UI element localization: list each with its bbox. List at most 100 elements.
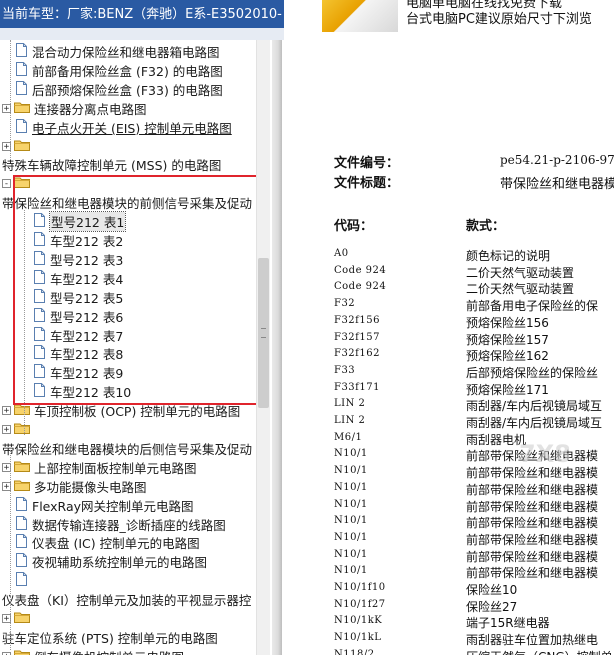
description-cell: 保险丝10 — [466, 583, 518, 597]
file-number-value: pe54.21-p-2106-97 — [500, 153, 614, 167]
code-cell: F33f171 — [334, 381, 380, 393]
tree-document-item[interactable]: 车型212 表4 — [34, 269, 123, 288]
ad-image[interactable] — [322, 0, 398, 32]
code-cell: N10/1 — [334, 498, 368, 510]
tree-document-item[interactable]: 夜视辅助系统控制单元的电路图 — [16, 552, 207, 571]
description-cell: 预熔保险丝162 — [466, 349, 549, 364]
code-cell: N10/1 — [334, 531, 368, 543]
navigation-tree[interactable]: 混合动力保险丝和继电器箱电路图 前部备用保险丝盒 (F32) 的电路图后部预熔保险… — [0, 40, 256, 655]
tree-document-item[interactable]: 车型212 表2 — [34, 231, 123, 250]
description-cell: 保险丝27 — [466, 599, 518, 614]
tree-item-label: 车型212 表9 — [50, 366, 124, 382]
expand-icon[interactable]: + — [2, 406, 11, 416]
tree-item-label: 车型212 表8 — [50, 347, 124, 363]
tree-document-item[interactable]: 型号212 表5 — [34, 288, 123, 307]
pane-splitter[interactable] — [272, 40, 282, 655]
document-icon — [16, 553, 32, 570]
document-icon — [16, 496, 32, 514]
tree-item-label: 电子点火开关 (EIS) 控制单元电路图 — [32, 120, 232, 136]
description-cell: 预熔保险丝171 — [466, 382, 549, 397]
tree-item-label: 数据传输连接器_诊断插座的线路图 — [32, 517, 226, 533]
description-cell: 雨刮器/车内后视镜局域互 — [466, 416, 603, 430]
description-cell: 雨刮器驻车位置加热继电 — [466, 633, 599, 648]
tree-folder-node[interactable]: - — [2, 174, 34, 193]
code-cell: A0 — [334, 248, 349, 259]
document-icon — [34, 213, 50, 230]
tree-document-item[interactable]: 型号212 表1 — [34, 211, 127, 233]
tree-connector-line — [24, 210, 25, 435]
tree-item-label: 型号212 表6 — [50, 309, 124, 325]
code-cell: N10/1kL — [334, 632, 382, 644]
tree-document-item[interactable]: 车型212 表7 — [34, 326, 123, 345]
tree-group-label[interactable]: 仪表盘（KI）控制单元及加装的平视显示器控 — [2, 590, 251, 609]
folder-icon — [14, 460, 34, 475]
document-icon — [34, 326, 50, 344]
tree-item-label: 上部控制面板控制单元电路图 — [34, 460, 197, 476]
code-cell: N10/1 — [334, 481, 368, 493]
code-cell: N10/1 — [334, 465, 368, 477]
description-cell: 前部备用电子保险丝的保 — [466, 299, 599, 314]
code-cell: M6/1 — [334, 431, 363, 443]
folder-icon — [14, 649, 34, 655]
tree-item-label: 倒车摄像机控制单元电路图 — [34, 647, 184, 655]
code-cell: Code 924 — [334, 281, 387, 293]
tree-group-label[interactable]: 特殊车辆故障控制单元 (MSS) 的电路图 — [2, 155, 221, 174]
tree-item-label: 仪表盘 (IC) 控制单元的电路图 — [32, 536, 200, 552]
description-cell: 二价天然气驱动装置 — [466, 282, 575, 297]
tree-document-item[interactable]: 混合动力保险丝和继电器箱电路图 — [16, 42, 220, 61]
tree-item-label: 后部预熔保险丝盒 (F33) 的电路图 — [32, 82, 223, 98]
tree-document-item[interactable]: 前部备用保险丝盒 (F32) 的电路图 — [16, 61, 223, 80]
tree-document-item[interactable]: 车型212 表8 — [34, 344, 123, 363]
tree-document-item[interactable]: 数据传输连接器_诊断插座的线路图 — [16, 515, 226, 534]
tree-document-item[interactable]: 型号212 表6 — [34, 307, 123, 326]
tree-item-label: 驻车定位系统 (PTS) 控制单元的电路图 — [2, 630, 218, 646]
description-cell: 前部带保险丝和继电器模 — [466, 566, 599, 581]
code-cell: N10/1 — [334, 448, 368, 460]
description-cell: 预熔保险丝157 — [466, 332, 549, 347]
description-cell: 前部带保险丝和继电器模 — [466, 499, 599, 514]
document-icon — [34, 345, 50, 362]
code-cell: F32 — [334, 298, 356, 310]
tree-group-label[interactable]: 驻车定位系统 (PTS) 控制单元的电路图 — [2, 628, 218, 647]
top-bar: 当前车型：厂家:BENZ（奔驰）E系-E3502010- 电脑单电脑在线找免费下… — [0, 0, 614, 40]
tree-document-item[interactable]: 电子点火开关 (EIS) 控制单元电路图 — [16, 118, 232, 137]
description-cell: 前部带保险丝和继电器模 — [466, 482, 599, 497]
code-cell: F32f162 — [334, 348, 380, 360]
tree-item-label: 车型212 表10 — [50, 385, 132, 401]
tree-group-label[interactable]: 带保险丝和继电器模块的后侧信号采集及促动 — [2, 439, 252, 458]
current-car-model-title: 当前车型：厂家:BENZ（奔驰）E系-E3502010- — [0, 0, 284, 28]
tree-document-item[interactable]: FlexRay网关控制单元电路图 — [16, 496, 194, 515]
tree-document-item[interactable] — [16, 571, 32, 590]
tree-document-item[interactable]: 仪表盘 (IC) 控制单元的电路图 — [16, 533, 200, 552]
tree-document-item[interactable]: 车型212 表9 — [34, 363, 123, 382]
expand-icon[interactable]: + — [2, 425, 11, 435]
ad-text-line2[interactable]: 台式电脑PC建议原始尺寸下浏览 — [406, 8, 592, 27]
description-cell: 后部预熔保险丝的保险丝 — [466, 365, 599, 380]
tree-folder-node[interactable]: + 上部控制面板控制单元电路图 — [2, 458, 197, 477]
collapse-icon[interactable]: - — [2, 179, 11, 189]
code-cell: N10/1 — [334, 515, 368, 527]
tree-folder-node[interactable]: + — [2, 420, 34, 439]
tree-folder-node[interactable]: + 连接器分离点电路图 — [2, 99, 147, 118]
tree-document-item[interactable]: 车型212 表10 — [34, 382, 131, 401]
tree-item-label: 车型212 表4 — [50, 271, 124, 287]
document-icon — [34, 232, 50, 249]
tree-folder-node[interactable]: +倒车摄像机控制单元电路图 — [2, 647, 184, 655]
document-icon — [16, 515, 32, 533]
tree-connector-line — [10, 40, 11, 160]
code-cell: N118/2 — [334, 648, 375, 655]
tree-folder-node[interactable]: + — [2, 609, 34, 628]
document-icon — [16, 80, 32, 98]
code-cell: LIN 2 — [334, 415, 366, 426]
tree-group-label[interactable]: 带保险丝和继电器模块的前侧信号采集及促动 — [2, 193, 252, 212]
tree-folder-node[interactable]: + 车顶控制板 (OCP) 控制单元的电路图 — [2, 401, 240, 420]
document-icon — [34, 269, 50, 287]
tree-document-item[interactable]: 后部预熔保险丝盒 (F33) 的电路图 — [16, 80, 223, 99]
document-icon — [16, 572, 32, 589]
tree-folder-node[interactable]: + 多功能摄像头电路图 — [2, 477, 147, 496]
code-cell: LIN 2 — [334, 398, 366, 410]
tree-connector-line — [10, 450, 11, 650]
tree-folder-node[interactable]: + — [2, 137, 34, 156]
document-icon — [34, 307, 50, 325]
tree-document-item[interactable]: 型号212 表3 — [34, 250, 123, 269]
